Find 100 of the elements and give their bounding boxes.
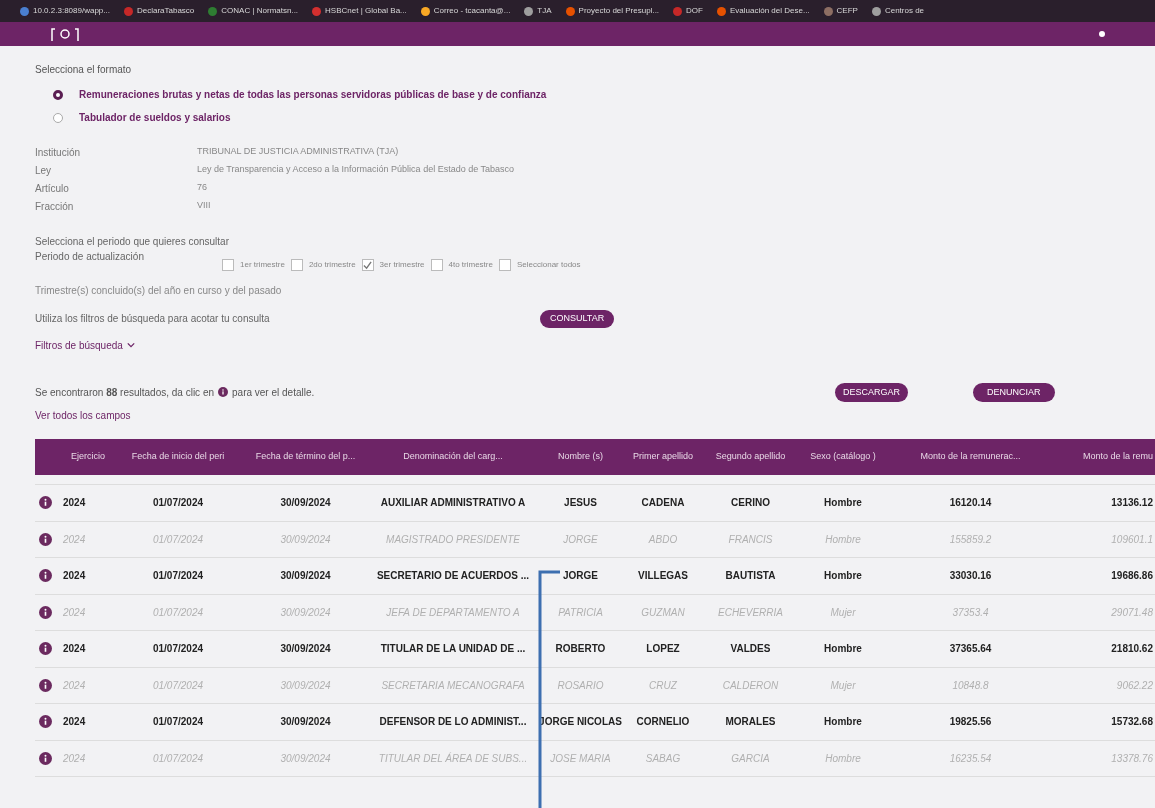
bookmark-link[interactable]: DeclaraTabasco: [123, 5, 195, 17]
bookmark-link[interactable]: 10.0.2.3:8089/wapp...: [20, 5, 110, 17]
table-cell-text: 30/09/2024: [279, 642, 332, 657]
checkbox[interactable]: [430, 259, 443, 271]
table-cell-text: SABAG: [644, 751, 682, 766]
table-cell-text: SECRETARIA MECANOGRAFA: [380, 678, 526, 693]
checkbox[interactable]: [290, 259, 303, 271]
info-icon[interactable]: [39, 678, 52, 692]
bookmark-link[interactable]: TJA: [524, 5, 552, 17]
table-cell-text: MAGISTRADO PRESIDENTE: [385, 532, 521, 547]
period-prompt: Selecciona el periodo que quieres consultar: [35, 235, 230, 249]
info-label: Ley: [35, 164, 53, 178]
table-cell-text: 01/07/2024: [151, 569, 205, 584]
filters-toggle[interactable]: Filtros de búsqueda: [35, 337, 135, 353]
info-icon[interactable]: [39, 605, 52, 619]
info-label: Artículo: [35, 182, 70, 196]
checkbox-label: 4to trimestre: [448, 259, 493, 271]
info-icon[interactable]: [218, 387, 228, 398]
column-header[interactable]: Monto de la remu: [1053, 450, 1155, 464]
table-cell-text: 30/09/2024: [279, 678, 332, 693]
info-value: 76: [197, 181, 207, 194]
table-cell-text: 13136.12: [1110, 496, 1154, 511]
table-cell-text: GARCIA: [730, 751, 771, 766]
bookmark-link[interactable]: Proyecto del Presupl...: [565, 5, 660, 17]
radio-button[interactable]: [53, 112, 63, 123]
table-cell-text: 15732.68: [1110, 715, 1154, 730]
table-cell-text: MORALES: [724, 715, 777, 730]
table-cell-text: 10848.8: [951, 678, 990, 693]
checkbox-label: 1er trimestre: [240, 259, 285, 271]
table-cell-text: AUXILIAR ADMINISTRATIVO A: [379, 496, 527, 511]
info-icon[interactable]: [39, 642, 52, 656]
column-header[interactable]: Denominación del carg...: [368, 450, 538, 464]
table-cell-text: ABDO: [647, 532, 679, 547]
bookmark-link[interactable]: Centros de: [871, 5, 925, 17]
info-value: TRIBUNAL DE JUSTICIA ADMINISTRATIVA (TJA): [197, 145, 399, 158]
column-header[interactable]: Segundo apellido: [703, 450, 798, 464]
info-icon[interactable]: [39, 569, 52, 583]
table-cell-text: CALDERON: [721, 678, 780, 693]
table-cell-text: 16120.14: [948, 496, 993, 511]
bookmark-link[interactable]: Evaluación del Dese...: [716, 5, 810, 17]
bookmark-link[interactable]: DOF: [673, 5, 703, 17]
table-cell-text: 30/09/2024: [279, 532, 332, 547]
column-header[interactable]: Fecha de inicio del peri: [113, 450, 243, 464]
column-header[interactable]: Sexo (catálogo ): [798, 450, 888, 464]
table-cell-text: 01/07/2024: [151, 642, 205, 657]
table-cell-text: 37365.64: [948, 642, 993, 657]
radio-button[interactable]: [53, 89, 63, 100]
column-header[interactable]: Fecha de término del p...: [243, 450, 368, 464]
info-label: Fracción: [35, 200, 75, 214]
all-fields-link[interactable]: Ver todos los campos: [35, 408, 1120, 423]
bookmark-link[interactable]: Correo - tcacanta@...: [420, 5, 511, 17]
column-header[interactable]: Ejercicio: [63, 450, 113, 464]
checkbox[interactable]: [222, 259, 234, 271]
checkbox[interactable]: [361, 259, 374, 271]
table-cell-text: JORGE: [562, 569, 599, 584]
table-row[interactable]: 2024 01/07/2024 30/09/2024 AUXILIAR ADMINISTRATIVO A JESUS CADENA CERINO Hombre 16120.14 13136.12: [35, 485, 1155, 522]
column-header[interactable]: Monto de la remunerac...: [888, 450, 1053, 464]
table-row[interactable]: 2024 01/07/2024 30/09/2024 DEFENSOR DE LO ADMINIST... JORGE NICOLAS CORNELIO MORALES Hombre 19825.56 15732.68: [35, 704, 1155, 741]
download-button[interactable]: DESCARGAR: [835, 382, 908, 402]
table-cell-text: 19686.86: [1110, 569, 1154, 584]
info-icon[interactable]: [39, 496, 52, 510]
table-cell-text: 30/09/2024: [279, 569, 332, 584]
bookmark-favicon-icon: [871, 6, 881, 16]
info-icon[interactable]: [39, 751, 52, 765]
checkbox[interactable]: [498, 259, 511, 271]
logo-icon: [50, 27, 80, 41]
table-cell-text: 29071.48: [1110, 605, 1154, 620]
column-header[interactable]: Nombre (s): [538, 450, 623, 464]
table-cell-text: 30/09/2024: [279, 751, 332, 766]
info-icon[interactable]: [39, 715, 52, 729]
table-cell-text: 30/09/2024: [279, 496, 332, 511]
table-cell-text: 21810.62: [1110, 642, 1154, 657]
table-cell-text: Mujer: [829, 678, 857, 693]
consult-button[interactable]: CONSULTAR: [540, 310, 615, 328]
column-header[interactable]: Primer apellido: [623, 450, 703, 464]
table-cell-text: Hombre: [823, 642, 863, 657]
table-cell-text: Mujer: [829, 605, 857, 620]
report-button[interactable]: DENUNCIAR: [973, 382, 1055, 402]
bookmark-link[interactable]: CONAC | Normatsn...: [208, 5, 299, 17]
table-cell-text: 16235.54: [948, 751, 993, 766]
table-cell-text: 33030.16: [948, 569, 993, 584]
table-cell-text: Hombre: [823, 569, 863, 584]
table-row[interactable]: 2024 01/07/2024 30/09/2024 TITULAR DE LA UNIDAD DE ... ROBERTO LOPEZ VALDES Hombre 37365.64 21810.62: [35, 631, 1155, 668]
info-icon[interactable]: [39, 532, 52, 546]
radio-label: Remuneraciones brutas y netas de todas las personas servidoras públicas de base y de confianza: [79, 88, 547, 102]
bookmark-link[interactable]: HSBCnet | Global Ba...: [312, 5, 407, 17]
period-label: Periodo de actualización: [35, 250, 145, 264]
results-summary: Se encontraron 88 resultados, da clic en: [35, 385, 214, 400]
bookmark-favicon-icon: [420, 6, 430, 16]
info-label: Institución: [35, 146, 82, 160]
table-cell-text: JORGE: [562, 532, 599, 547]
table-cell-text: 2024: [63, 532, 87, 547]
table-cell-text: BAUTISTA: [724, 569, 777, 584]
bookmark-link[interactable]: CEFP: [823, 5, 858, 17]
bookmark-favicon-icon: [524, 6, 534, 16]
table-cell-text: DEFENSOR DE LO ADMINIST...: [378, 715, 528, 730]
table-cell-text: CRUZ: [648, 678, 678, 693]
table-row[interactable]: 2024 01/07/2024 30/09/2024 SECRETARIO DE ACUERDOS ... JORGE VILLEGAS BAUTISTA Hombre 33030.16 19686.86: [35, 558, 1155, 595]
info-value: Ley de Transparencia y Acceso a la Información Pública del Estado de Tabasco: [197, 163, 515, 176]
checkmark-icon: [363, 260, 373, 270]
